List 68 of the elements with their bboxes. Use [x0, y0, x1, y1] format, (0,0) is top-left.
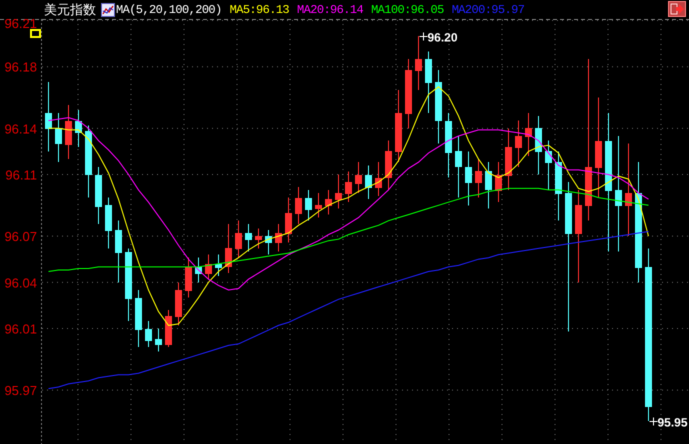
- candlestick: [485, 162, 492, 209]
- axis-label: 95.97: [4, 383, 37, 398]
- candlestick: [65, 104, 72, 160]
- square-icon: [30, 29, 41, 38]
- candlestick: [45, 82, 52, 152]
- axis-label: 96.14: [4, 121, 37, 136]
- candlestick: [195, 257, 202, 283]
- candlestick: [115, 220, 122, 283]
- candlestick: [145, 320, 152, 348]
- candlestick: [445, 112, 452, 178]
- candlestick: [355, 162, 362, 194]
- candlestick: [405, 58, 412, 129]
- exit-icon[interactable]: [668, 1, 686, 17]
- candlestick: [505, 128, 512, 190]
- candlestick: [285, 197, 292, 243]
- price-label: 95.95: [649, 416, 688, 430]
- candlestick: [325, 189, 332, 216]
- axis-label: 96.07: [4, 229, 37, 244]
- candlestick: [535, 116, 542, 176]
- axis-label: 96.04: [4, 275, 37, 290]
- candlestick: [75, 109, 82, 148]
- candlestick: [555, 150, 562, 222]
- candlestick: [495, 162, 502, 203]
- annotation: 96.20: [428, 30, 458, 44]
- candlestick: [455, 136, 462, 198]
- candlestick: [345, 170, 352, 203]
- candlestick: [415, 35, 422, 90]
- candlestick: [175, 282, 182, 326]
- axis-label: 96.01: [4, 322, 37, 336]
- candlestick: [545, 140, 552, 190]
- ma-value: MA20:96.14: [297, 2, 364, 16]
- candlestick: [515, 120, 522, 168]
- candlestick: [295, 186, 302, 224]
- candlestick: [185, 257, 192, 298]
- candlestick: [215, 254, 222, 277]
- price-label: 96.20: [419, 30, 458, 44]
- chart-title: 美元指数: [44, 0, 96, 18]
- candlestick: [155, 328, 162, 352]
- candlestick: [425, 50, 432, 114]
- candlestick: [525, 112, 532, 157]
- ma-value: MA5:96.13: [230, 2, 290, 16]
- ma-value: MA200:95.97: [452, 2, 524, 16]
- candlestick: [255, 228, 262, 249]
- candlestick: [465, 150, 472, 206]
- axis-label: 96.21: [4, 19, 37, 31]
- candlestick: [385, 140, 392, 190]
- candlestick: [205, 254, 212, 280]
- candlestick: [335, 174, 342, 209]
- candlestick: [225, 223, 232, 274]
- candlestick: [265, 229, 272, 256]
- candlestick: [365, 164, 372, 200]
- candlestick: [235, 220, 242, 258]
- candlestick: [245, 223, 252, 252]
- candlestick: [305, 189, 312, 222]
- axis-label: 96.11: [5, 168, 37, 183]
- candlestick: [275, 223, 282, 252]
- axis-label: 96.18: [4, 60, 37, 75]
- candlestick: [55, 112, 62, 163]
- candlestick: [95, 166, 102, 224]
- candlestick: [315, 192, 322, 218]
- candlestick: [165, 310, 172, 348]
- candlestick: [375, 162, 382, 197]
- indicator-label: MA(5,20,100,200): [116, 2, 222, 16]
- chart-icon: [101, 2, 115, 16]
- ma-value: MA100:96.05: [371, 2, 444, 16]
- candlestick: [135, 290, 142, 348]
- candlestick: [475, 158, 482, 198]
- candlestick: [105, 197, 112, 249]
